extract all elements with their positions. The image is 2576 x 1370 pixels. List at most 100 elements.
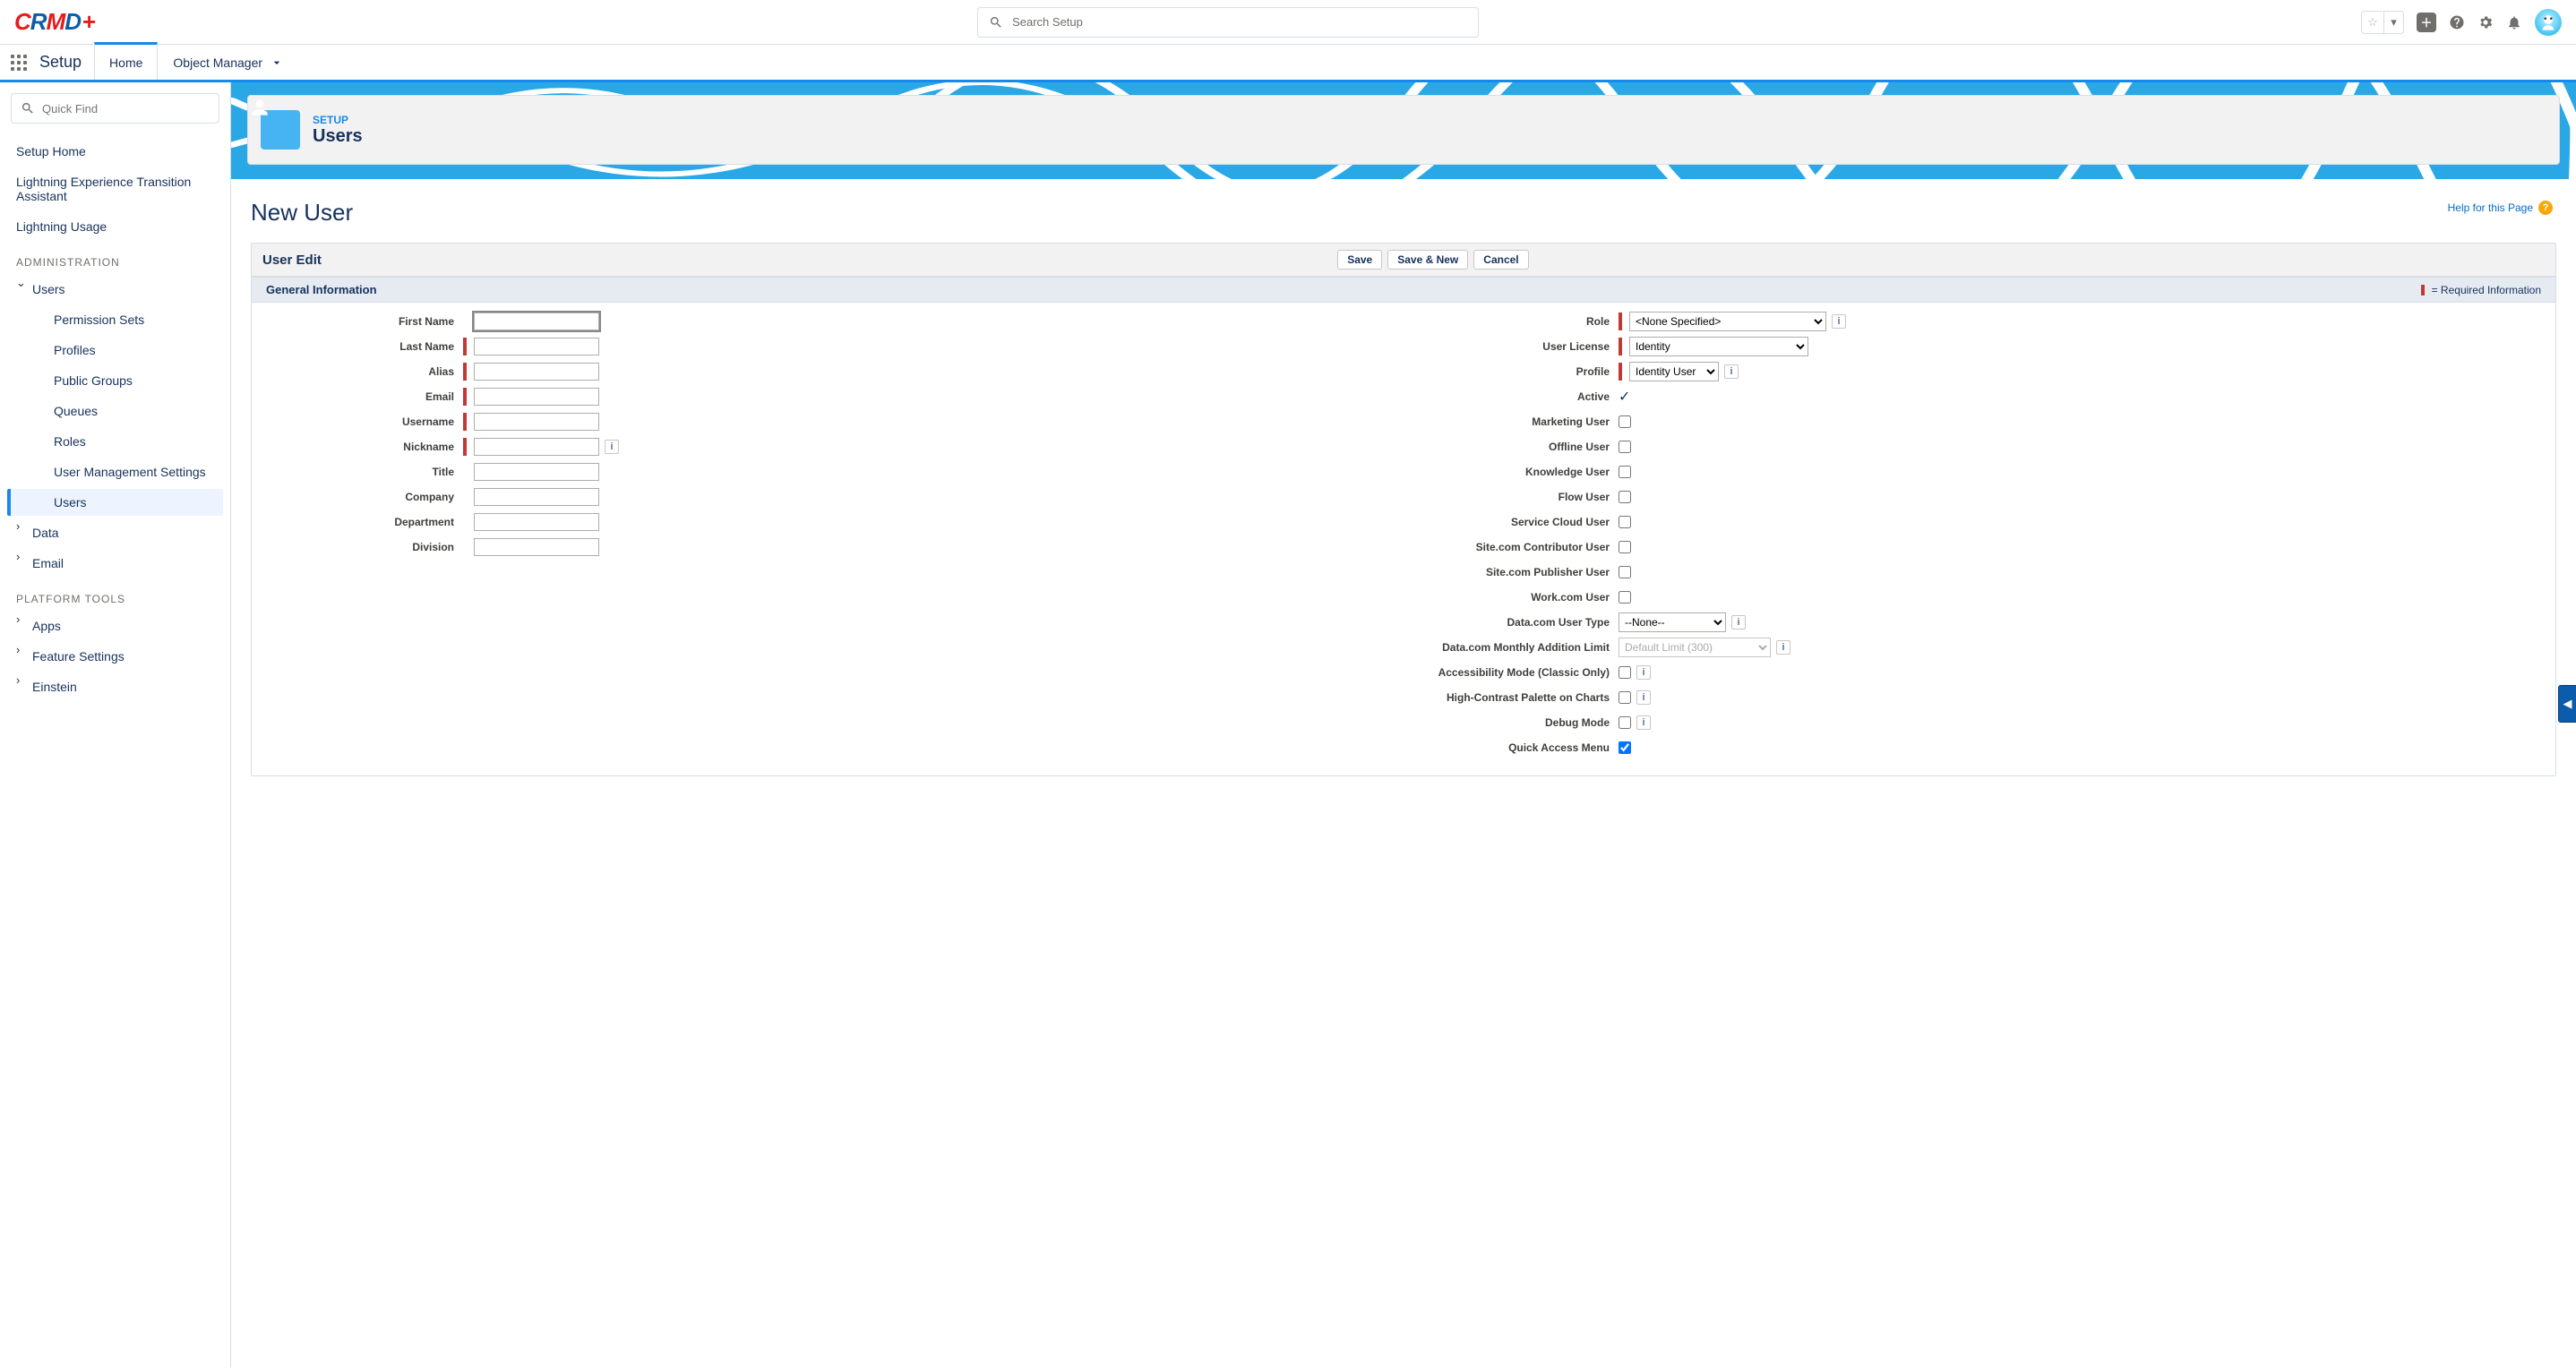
company-field[interactable]	[474, 488, 599, 506]
cancel-button[interactable]: Cancel	[1473, 250, 1528, 270]
nav-setup-home[interactable]: Setup Home	[7, 138, 223, 165]
label-username: Username	[266, 415, 463, 428]
nav-transition-assistant[interactable]: Lightning Experience Transition Assistan…	[7, 168, 223, 210]
info-icon[interactable]: i	[1636, 690, 1651, 705]
waffle-icon	[11, 55, 27, 71]
department-field[interactable]	[474, 513, 599, 531]
tab-home[interactable]: Home	[94, 42, 158, 80]
info-icon[interactable]: i	[1636, 665, 1651, 680]
nav-public-groups[interactable]: Public Groups	[7, 367, 223, 394]
label-nickname: Nickname	[266, 441, 463, 453]
page-title: Users	[313, 126, 363, 147]
label-title: Title	[266, 466, 463, 478]
accessibility-checkbox[interactable]	[1619, 666, 1631, 679]
help-link[interactable]: Help for this Page ?	[2448, 201, 2553, 215]
marketing-user-checkbox[interactable]	[1619, 415, 1631, 428]
service-cloud-user-checkbox[interactable]	[1619, 516, 1631, 528]
nav-profiles[interactable]: Profiles	[7, 337, 223, 364]
logo: CRMD+	[14, 8, 95, 36]
nav-email[interactable]: Email	[7, 550, 223, 577]
section-title: General Information	[266, 283, 377, 296]
chevron-right-icon[interactable]: ›	[16, 643, 20, 656]
info-icon[interactable]: i	[1731, 615, 1746, 629]
high-contrast-checkbox[interactable]	[1619, 691, 1631, 704]
knowledge-user-checkbox[interactable]	[1619, 466, 1631, 478]
label-active: Active	[1421, 390, 1619, 403]
flow-user-checkbox[interactable]	[1619, 491, 1631, 503]
nav-user-management-settings[interactable]: User Management Settings	[7, 458, 223, 485]
first-name-field[interactable]	[474, 313, 599, 330]
label-sitecom-contributor: Site.com Contributor User	[1421, 541, 1619, 553]
global-search-input[interactable]	[1012, 15, 1467, 29]
sitecom-publisher-checkbox[interactable]	[1619, 566, 1631, 578]
help-icon[interactable]	[2449, 14, 2465, 30]
expand-panel-button[interactable]: ◀	[2558, 685, 2576, 723]
nav-apps[interactable]: Apps	[7, 612, 223, 639]
chevron-down-icon[interactable]: ⌄	[16, 276, 26, 290]
title-field[interactable]	[474, 463, 599, 481]
info-icon[interactable]: i	[1776, 640, 1790, 655]
star-icon: ☆	[2362, 15, 2383, 30]
email-field[interactable]	[474, 388, 599, 406]
nav-users[interactable]: Users	[7, 276, 223, 303]
nav-einstein[interactable]: Einstein	[7, 673, 223, 700]
label-email: Email	[266, 390, 463, 403]
label-high-contrast: High-Contrast Palette on Charts	[1421, 691, 1619, 704]
setup-sidebar: Setup Home Lightning Experience Transiti…	[0, 82, 231, 1367]
label-alias: Alias	[266, 365, 463, 378]
last-name-field[interactable]	[474, 338, 599, 355]
offline-user-checkbox[interactable]	[1619, 441, 1631, 453]
label-marketing-user: Marketing User	[1421, 415, 1619, 428]
role-select[interactable]: <None Specified>	[1629, 312, 1826, 331]
nav-users-sub[interactable]: Users	[7, 489, 223, 516]
info-icon[interactable]: i	[1832, 314, 1846, 329]
chevron-left-icon: ◀	[2563, 697, 2572, 711]
gear-icon[interactable]	[2477, 14, 2494, 30]
info-icon[interactable]: i	[1636, 715, 1651, 730]
sitecom-contributor-checkbox[interactable]	[1619, 541, 1631, 553]
nickname-field[interactable]	[474, 438, 599, 456]
favorites-button[interactable]: ☆ ▾	[2361, 11, 2404, 34]
quick-find-input[interactable]	[42, 102, 210, 116]
debug-mode-checkbox[interactable]	[1619, 716, 1631, 729]
avatar[interactable]	[2535, 9, 2562, 36]
user-license-select[interactable]: Identity	[1629, 337, 1808, 356]
page-banner: SETUP Users	[231, 82, 2576, 179]
global-add-button[interactable]: ＋	[2417, 13, 2436, 32]
right-column: Role <None Specified> i User License Identi…	[1421, 310, 2541, 761]
nav-permission-sets[interactable]: Permission Sets	[7, 306, 223, 333]
username-field[interactable]	[474, 413, 599, 431]
app-launcher[interactable]	[0, 45, 38, 80]
chevron-right-icon[interactable]: ›	[16, 550, 20, 563]
nav-heading-administration: ADMINISTRATION	[7, 244, 223, 272]
info-icon[interactable]: i	[1724, 364, 1739, 379]
save-button[interactable]: Save	[1337, 250, 1382, 270]
info-icon[interactable]: i	[605, 440, 619, 454]
tab-object-manager[interactable]: Object Manager	[158, 45, 299, 80]
alias-field[interactable]	[474, 363, 599, 381]
nav-roles[interactable]: Roles	[7, 428, 223, 455]
label-datacom-user-type: Data.com User Type	[1421, 616, 1619, 629]
datacom-user-type-select[interactable]: --None--	[1619, 612, 1726, 632]
save-new-button[interactable]: Save & New	[1387, 250, 1468, 270]
left-column: First Name Last Name Alias Email Usernam…	[266, 310, 1386, 761]
division-field[interactable]	[474, 538, 599, 556]
quick-find[interactable]	[11, 93, 219, 124]
nav-feature-settings[interactable]: Feature Settings	[7, 643, 223, 670]
context-title: Setup	[38, 45, 94, 80]
label-quick-access: Quick Access Menu	[1421, 741, 1619, 754]
workcom-user-checkbox[interactable]	[1619, 591, 1631, 604]
label-first-name: First Name	[266, 315, 463, 328]
nav-data[interactable]: Data	[7, 519, 223, 546]
chevron-right-icon[interactable]: ›	[16, 612, 20, 626]
chevron-right-icon[interactable]: ›	[16, 673, 20, 687]
nav-queues[interactable]: Queues	[7, 398, 223, 424]
quick-access-checkbox[interactable]	[1619, 741, 1631, 754]
bell-icon[interactable]	[2506, 14, 2522, 30]
nav-lightning-usage[interactable]: Lightning Usage	[7, 213, 223, 240]
label-user-license: User License	[1421, 340, 1619, 353]
chevron-right-icon[interactable]: ›	[16, 519, 20, 533]
global-search[interactable]	[977, 7, 1479, 38]
label-role: Role	[1421, 315, 1619, 328]
profile-select[interactable]: Identity User	[1629, 362, 1719, 381]
